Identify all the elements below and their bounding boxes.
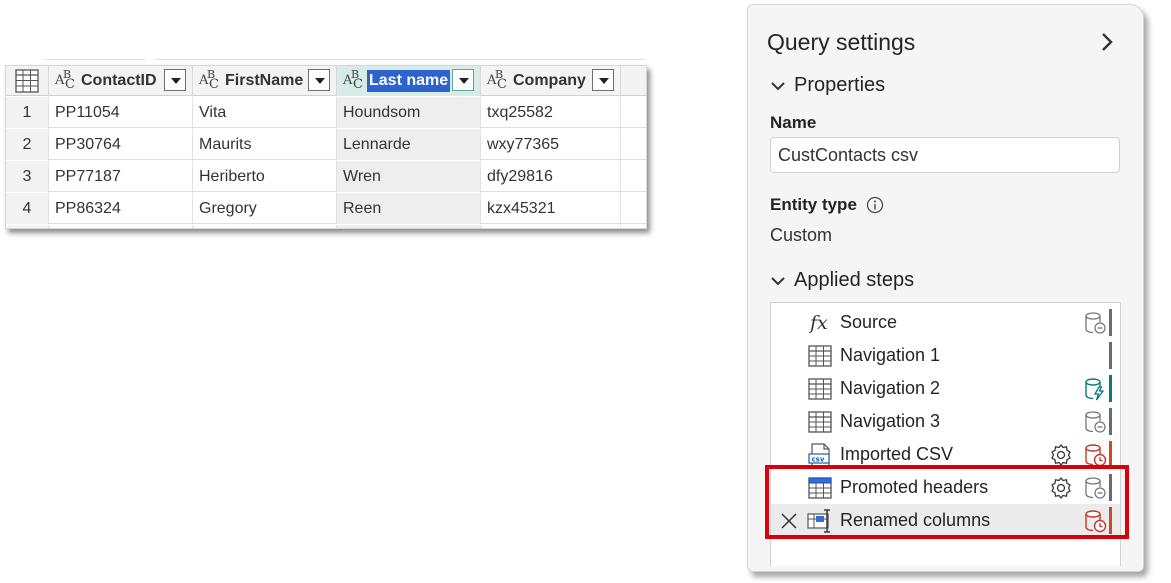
database-lightning-teal-icon bbox=[1085, 378, 1105, 401]
text-type-icon[interactable]: ABC bbox=[487, 68, 511, 92]
step-navigation-1[interactable]: Navigation 1 bbox=[771, 339, 1120, 372]
properties-section-toggle[interactable]: Properties bbox=[770, 74, 885, 97]
table-icon bbox=[808, 345, 832, 367]
table-cell[interactable]: PP11054 bbox=[49, 97, 193, 128]
step-navigation-3[interactable]: Navigation 3 bbox=[771, 405, 1120, 438]
data-grid: ABC ContactID ABC FirstName ABC Last nam… bbox=[5, 65, 647, 229]
table-cell[interactable]: Wren bbox=[337, 161, 481, 192]
column-header-last-name[interactable]: ABC Last name bbox=[337, 66, 481, 96]
table-cell[interactable]: Maurits bbox=[193, 129, 337, 160]
step-label: Navigation 3 bbox=[840, 411, 941, 431]
table-icon bbox=[808, 411, 832, 433]
properties-heading: Properties bbox=[794, 74, 886, 96]
applied-steps-section-toggle[interactable]: Applied steps bbox=[770, 269, 914, 292]
column-name-editing[interactable]: Last name bbox=[367, 70, 451, 92]
table-cell[interactable]: PP77187 bbox=[49, 161, 193, 192]
column-name: ContactID bbox=[81, 72, 157, 89]
grid-header-row: ABC ContactID ABC FirstName ABC Last nam… bbox=[6, 66, 646, 96]
applied-steps-heading: Applied steps bbox=[794, 269, 915, 291]
text-type-icon[interactable]: ABC bbox=[199, 68, 223, 92]
grid-top-border bbox=[5, 57, 647, 65]
step-status-bar bbox=[1109, 408, 1112, 435]
column-name: FirstName bbox=[225, 72, 304, 89]
chevron-down-icon bbox=[771, 276, 785, 285]
table-cell[interactable]: wxy77365 bbox=[481, 129, 621, 160]
step-label: Source bbox=[840, 312, 898, 332]
column-filter-dropdown-button[interactable] bbox=[592, 69, 614, 91]
query-name-input[interactable] bbox=[770, 137, 1120, 173]
entity-type-label: Entity type bbox=[770, 195, 885, 215]
csv-file-icon: csv bbox=[808, 443, 830, 467]
step-source[interactable]: fx Source bbox=[771, 306, 1120, 339]
step-label: Imported CSV bbox=[840, 444, 954, 464]
table-cell[interactable]: Houndsom bbox=[337, 97, 481, 128]
chevron-down-icon bbox=[771, 81, 785, 90]
column-header-firstname[interactable]: ABC FirstName bbox=[193, 66, 337, 96]
column-filter-dropdown-button[interactable] bbox=[452, 69, 474, 91]
database-gray-icon bbox=[1085, 411, 1106, 433]
table-cell[interactable]: Heriberto bbox=[193, 161, 337, 192]
fx-icon: fx bbox=[808, 312, 828, 334]
table-row: 4 PP86324 Gregory Reen kzx45321 bbox=[6, 193, 646, 224]
table-cell[interactable]: PP30764 bbox=[49, 129, 193, 160]
database-gray-icon bbox=[1085, 312, 1106, 334]
table-icon bbox=[808, 378, 832, 400]
column-name: Company bbox=[513, 72, 586, 89]
table-row-partial bbox=[6, 225, 646, 228]
row-number[interactable]: 4 bbox=[6, 193, 49, 224]
table-row: 3 PP77187 Heriberto Wren dfy29816 bbox=[6, 161, 646, 192]
row-number[interactable]: 3 bbox=[6, 161, 49, 192]
table-cell[interactable]: dfy29816 bbox=[481, 161, 621, 192]
table-row: 1 PP11054 Vita Houndsom txq25582 bbox=[6, 97, 646, 128]
step-status-bar bbox=[1109, 375, 1112, 402]
annotation-highlight-box bbox=[765, 465, 1129, 539]
step-navigation-2[interactable]: Navigation 2 bbox=[771, 372, 1120, 405]
column-header-company[interactable]: ABC Company bbox=[481, 66, 621, 96]
text-type-icon[interactable]: ABC bbox=[343, 68, 367, 92]
table-cell[interactable]: txq25582 bbox=[481, 97, 621, 128]
svg-text:csv: csv bbox=[812, 456, 825, 464]
table-icon[interactable] bbox=[6, 66, 49, 96]
table-cell[interactable]: Gregory bbox=[193, 193, 337, 224]
gear-icon[interactable] bbox=[1049, 443, 1073, 467]
step-status-bar bbox=[1109, 309, 1112, 336]
table-cell[interactable]: Vita bbox=[193, 97, 337, 128]
table-cell[interactable]: Reen bbox=[337, 193, 481, 224]
column-filter-dropdown-button[interactable] bbox=[164, 69, 186, 91]
step-label: Navigation 2 bbox=[840, 378, 941, 398]
panel-title: Query settings bbox=[767, 29, 916, 55]
step-label: Navigation 1 bbox=[840, 345, 941, 365]
info-icon[interactable] bbox=[865, 195, 885, 215]
row-number[interactable]: 1 bbox=[6, 97, 49, 128]
step-status-bar bbox=[1109, 441, 1112, 468]
step-status-bar bbox=[1109, 342, 1112, 369]
table-cell[interactable]: kzx45321 bbox=[481, 193, 621, 224]
column-header-contactid[interactable]: ABC ContactID bbox=[49, 66, 193, 96]
collapse-panel-chevron-right-icon[interactable] bbox=[1098, 31, 1116, 53]
data-grid-container: ABC ContactID ABC FirstName ABC Last nam… bbox=[5, 57, 647, 229]
column-filter-dropdown-button[interactable] bbox=[308, 69, 330, 91]
text-type-icon[interactable]: ABC bbox=[55, 68, 79, 92]
svg-text:fx: fx bbox=[808, 312, 828, 334]
name-label: Name bbox=[770, 113, 817, 132]
table-row: 2 PP30764 Maurits Lennarde wxy77365 bbox=[6, 129, 646, 160]
entity-type-value: Custom bbox=[770, 225, 833, 245]
table-cell[interactable]: PP86324 bbox=[49, 193, 193, 224]
table-cell[interactable]: Lennarde bbox=[337, 129, 481, 160]
row-number[interactable]: 2 bbox=[6, 129, 49, 160]
